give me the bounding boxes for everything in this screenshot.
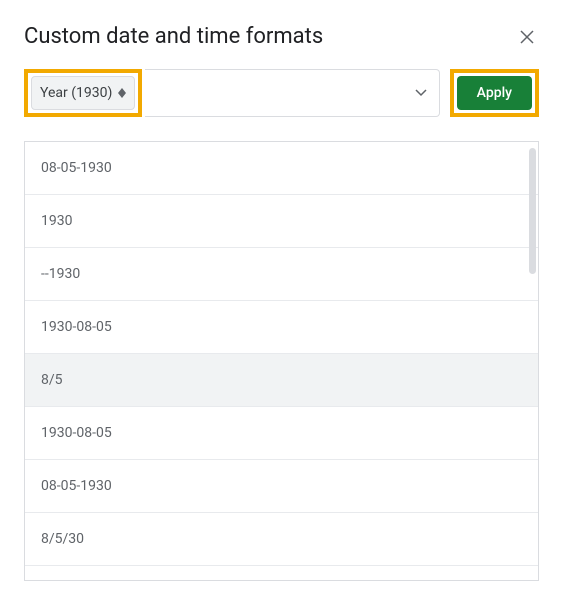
token-highlight: Year (1930): [24, 69, 142, 117]
format-option[interactable]: 1930-08-05: [25, 407, 538, 460]
format-option[interactable]: --1930: [25, 248, 538, 301]
token-label: Year (1930): [40, 85, 112, 101]
year-token-chip[interactable]: Year (1930): [31, 76, 135, 110]
format-option[interactable]: 1930: [25, 195, 538, 248]
chevron-down-icon: [415, 89, 427, 97]
format-list: 08-05-19301930--19301930-08-058/51930-08…: [25, 142, 538, 566]
close-icon: [519, 29, 535, 45]
updown-icon: [118, 88, 126, 98]
scrollbar-thumb[interactable]: [529, 148, 536, 274]
dialog-title: Custom date and time formats: [24, 24, 323, 49]
format-option[interactable]: 1930-08-05: [25, 301, 538, 354]
apply-button[interactable]: Apply: [457, 76, 532, 110]
format-list-container: 08-05-19301930--19301930-08-058/51930-08…: [24, 141, 539, 581]
close-button[interactable]: [515, 25, 539, 49]
format-input-dropdown[interactable]: [145, 69, 439, 117]
format-option[interactable]: 8/5: [25, 354, 538, 407]
format-option[interactable]: 08-05-1930: [25, 460, 538, 513]
apply-highlight: Apply: [450, 69, 539, 117]
format-option[interactable]: 8/5/30: [25, 513, 538, 566]
format-option[interactable]: 08-05-1930: [25, 142, 538, 195]
